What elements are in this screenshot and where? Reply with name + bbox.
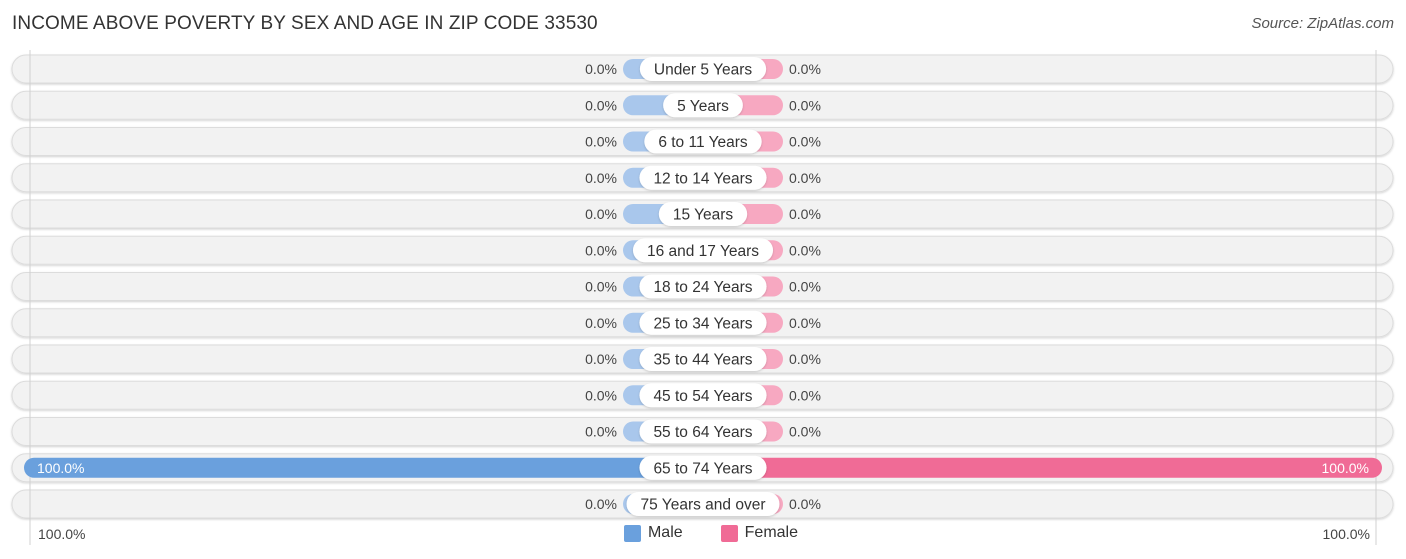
value-label-male: 0.0% [585, 424, 617, 440]
value-label-female: 0.0% [789, 387, 821, 403]
category-label: 55 to 64 Years [653, 424, 752, 441]
bar-male[interactable] [24, 457, 713, 478]
value-label-male: 0.0% [585, 279, 617, 295]
category-label: 45 to 54 Years [653, 388, 752, 405]
value-label-male: 0.0% [585, 170, 617, 186]
category-label: 25 to 34 Years [653, 315, 752, 332]
category-label: 35 to 44 Years [653, 352, 752, 369]
category-label: 12 to 14 Years [653, 170, 752, 187]
category-label: 16 and 17 Years [647, 243, 759, 260]
category-label: 65 to 74 Years [653, 460, 752, 477]
value-label-male: 0.0% [585, 61, 617, 77]
value-label-male: 0.0% [585, 351, 617, 367]
value-label-female: 0.0% [789, 170, 821, 186]
legend-item-male[interactable]: Male [623, 524, 683, 542]
category-label: 6 to 11 Years [658, 134, 748, 151]
value-label-female: 100.0% [1322, 460, 1369, 476]
value-label-male: 0.0% [585, 206, 617, 222]
legend-item-female[interactable]: Female [720, 524, 799, 542]
value-label-female: 0.0% [789, 134, 821, 150]
legend-label-male: Male [647, 524, 683, 541]
bar-female[interactable] [693, 457, 1382, 478]
category-label: 18 to 24 Years [653, 279, 752, 296]
value-label-female: 0.0% [789, 97, 821, 113]
value-label-male: 0.0% [585, 496, 617, 512]
category-label: Under 5 Years [654, 62, 752, 79]
value-label-male: 100.0% [37, 460, 84, 476]
category-label: 5 Years [677, 98, 729, 115]
value-label-male: 0.0% [585, 97, 617, 113]
value-label-male: 0.0% [585, 242, 617, 258]
category-label: 75 Years and over [641, 497, 766, 514]
value-label-female: 0.0% [789, 206, 821, 222]
legend: Male Female [0, 524, 1406, 542]
value-label-female: 0.0% [789, 424, 821, 440]
value-label-male: 0.0% [585, 387, 617, 403]
value-label-female: 0.0% [789, 242, 821, 258]
category-label: 15 Years [673, 207, 734, 224]
value-label-female: 0.0% [789, 279, 821, 295]
value-label-female: 0.0% [789, 351, 821, 367]
legend-swatch-female [720, 524, 738, 542]
value-label-female: 0.0% [789, 496, 821, 512]
value-label-male: 0.0% [585, 134, 617, 150]
value-label-female: 0.0% [789, 315, 821, 331]
value-label-female: 0.0% [789, 61, 821, 77]
value-label-male: 0.0% [585, 315, 617, 331]
legend-label-female: Female [744, 524, 799, 541]
legend-swatch-male [623, 524, 641, 542]
chart-canvas: 0.0% 0.0% Under 5 Years 0.0% 0.0% 5 Years 0.0%… [11, 50, 1394, 545]
